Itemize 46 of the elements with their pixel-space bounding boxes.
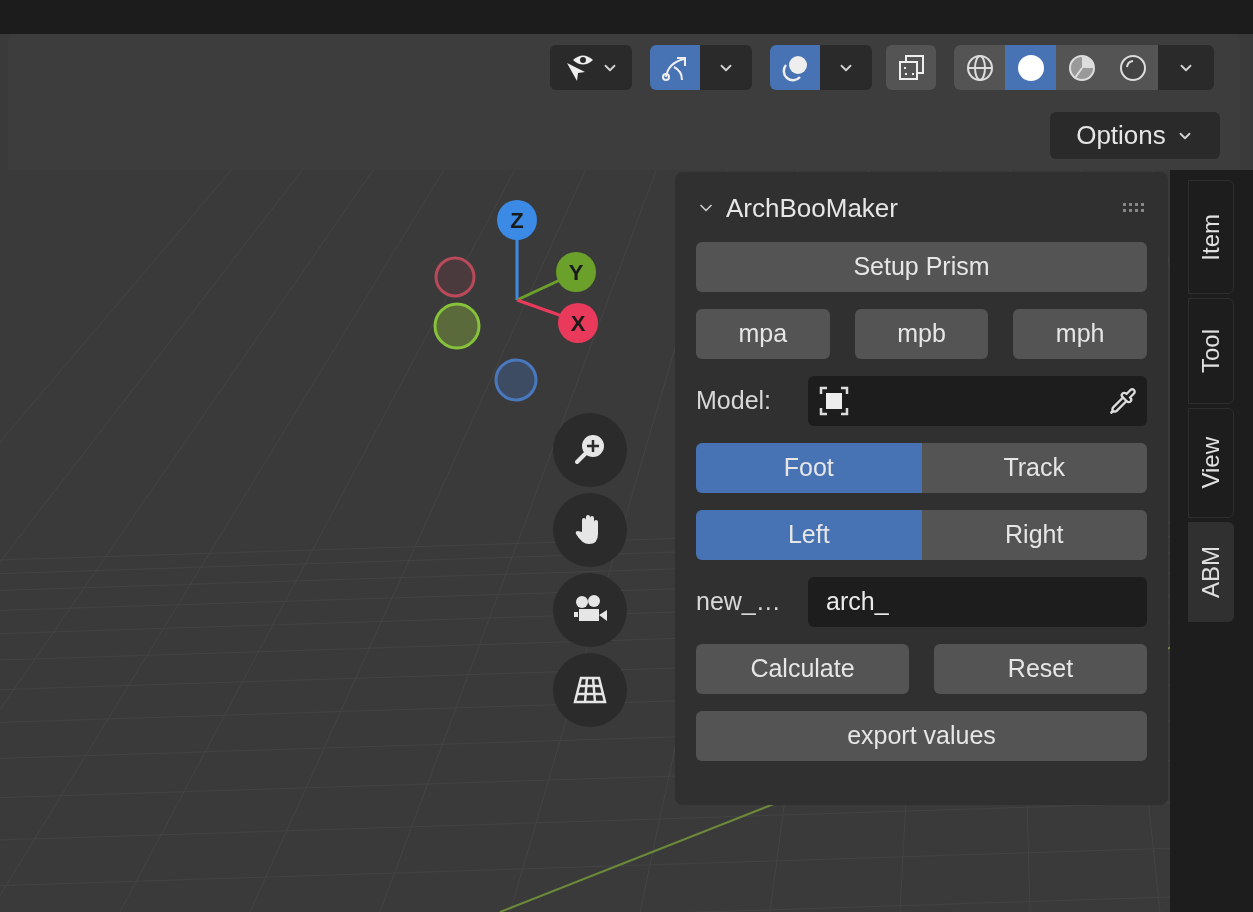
solid-sphere-icon (1015, 52, 1046, 83)
sidebar-tab[interactable]: Item (1188, 180, 1234, 294)
axis-label: Y (568, 260, 584, 285)
sidebar-tab[interactable]: Tool (1188, 298, 1234, 404)
material-sphere-icon (1066, 52, 1097, 83)
panel-button[interactable]: mpb (854, 309, 989, 359)
xray-toggle[interactable] (886, 45, 936, 90)
panel-button[interactable]: mpa (696, 309, 830, 359)
options-dropdown[interactable]: Options (1050, 112, 1220, 159)
negative-axis-handle[interactable] (433, 302, 481, 350)
visibility-dropdown[interactable] (550, 45, 632, 90)
axis-label: Z (510, 208, 524, 233)
axis-handle[interactable]: X (558, 303, 598, 343)
object-select-icon (818, 385, 850, 417)
shading-mode-button[interactable] (954, 45, 1005, 90)
drag-handle-icon[interactable] (1123, 203, 1145, 213)
shading-mode-button[interactable] (1107, 45, 1158, 90)
panel-title[interactable]: ArchBooMaker (726, 188, 898, 228)
axis-handle[interactable]: Y (556, 252, 596, 292)
object-field[interactable] (808, 376, 1147, 426)
wireframe-sphere-icon (964, 52, 995, 83)
overlay-toggle[interactable] (770, 45, 820, 90)
shading-mode-button[interactable] (1005, 45, 1056, 90)
toggle-option[interactable]: Track (921, 443, 1147, 493)
text-field[interactable]: arch_ (808, 577, 1147, 627)
axis-handle[interactable]: Z (497, 200, 537, 240)
panel-button[interactable]: Reset (934, 644, 1147, 694)
field-label: new_… (696, 586, 782, 618)
axis-label: X (570, 311, 586, 336)
sidebar-tab[interactable]: View (1188, 408, 1234, 518)
shading-mode-button[interactable] (1056, 45, 1107, 90)
panel-button[interactable]: Calculate (696, 644, 909, 694)
panel-button[interactable]: export values (696, 711, 1147, 761)
sidebar-tab[interactable]: ABM (1188, 522, 1234, 622)
gizmo-toggle[interactable] (650, 45, 700, 90)
eyedropper-icon[interactable] (1109, 387, 1137, 415)
rendered-sphere-icon (1117, 52, 1148, 83)
negative-axis-handle[interactable] (494, 358, 538, 402)
field-label: Model: (696, 385, 773, 417)
xray-squares-icon (896, 52, 926, 83)
panel-button[interactable]: mph (1013, 309, 1147, 359)
toggle-option[interactable]: Left (696, 510, 922, 560)
panel-button[interactable]: Setup Prism (696, 242, 1147, 292)
toggle-option[interactable]: Foot (696, 443, 922, 493)
negative-axis-handle[interactable] (434, 256, 476, 298)
toggle-option[interactable]: Right (921, 510, 1147, 560)
